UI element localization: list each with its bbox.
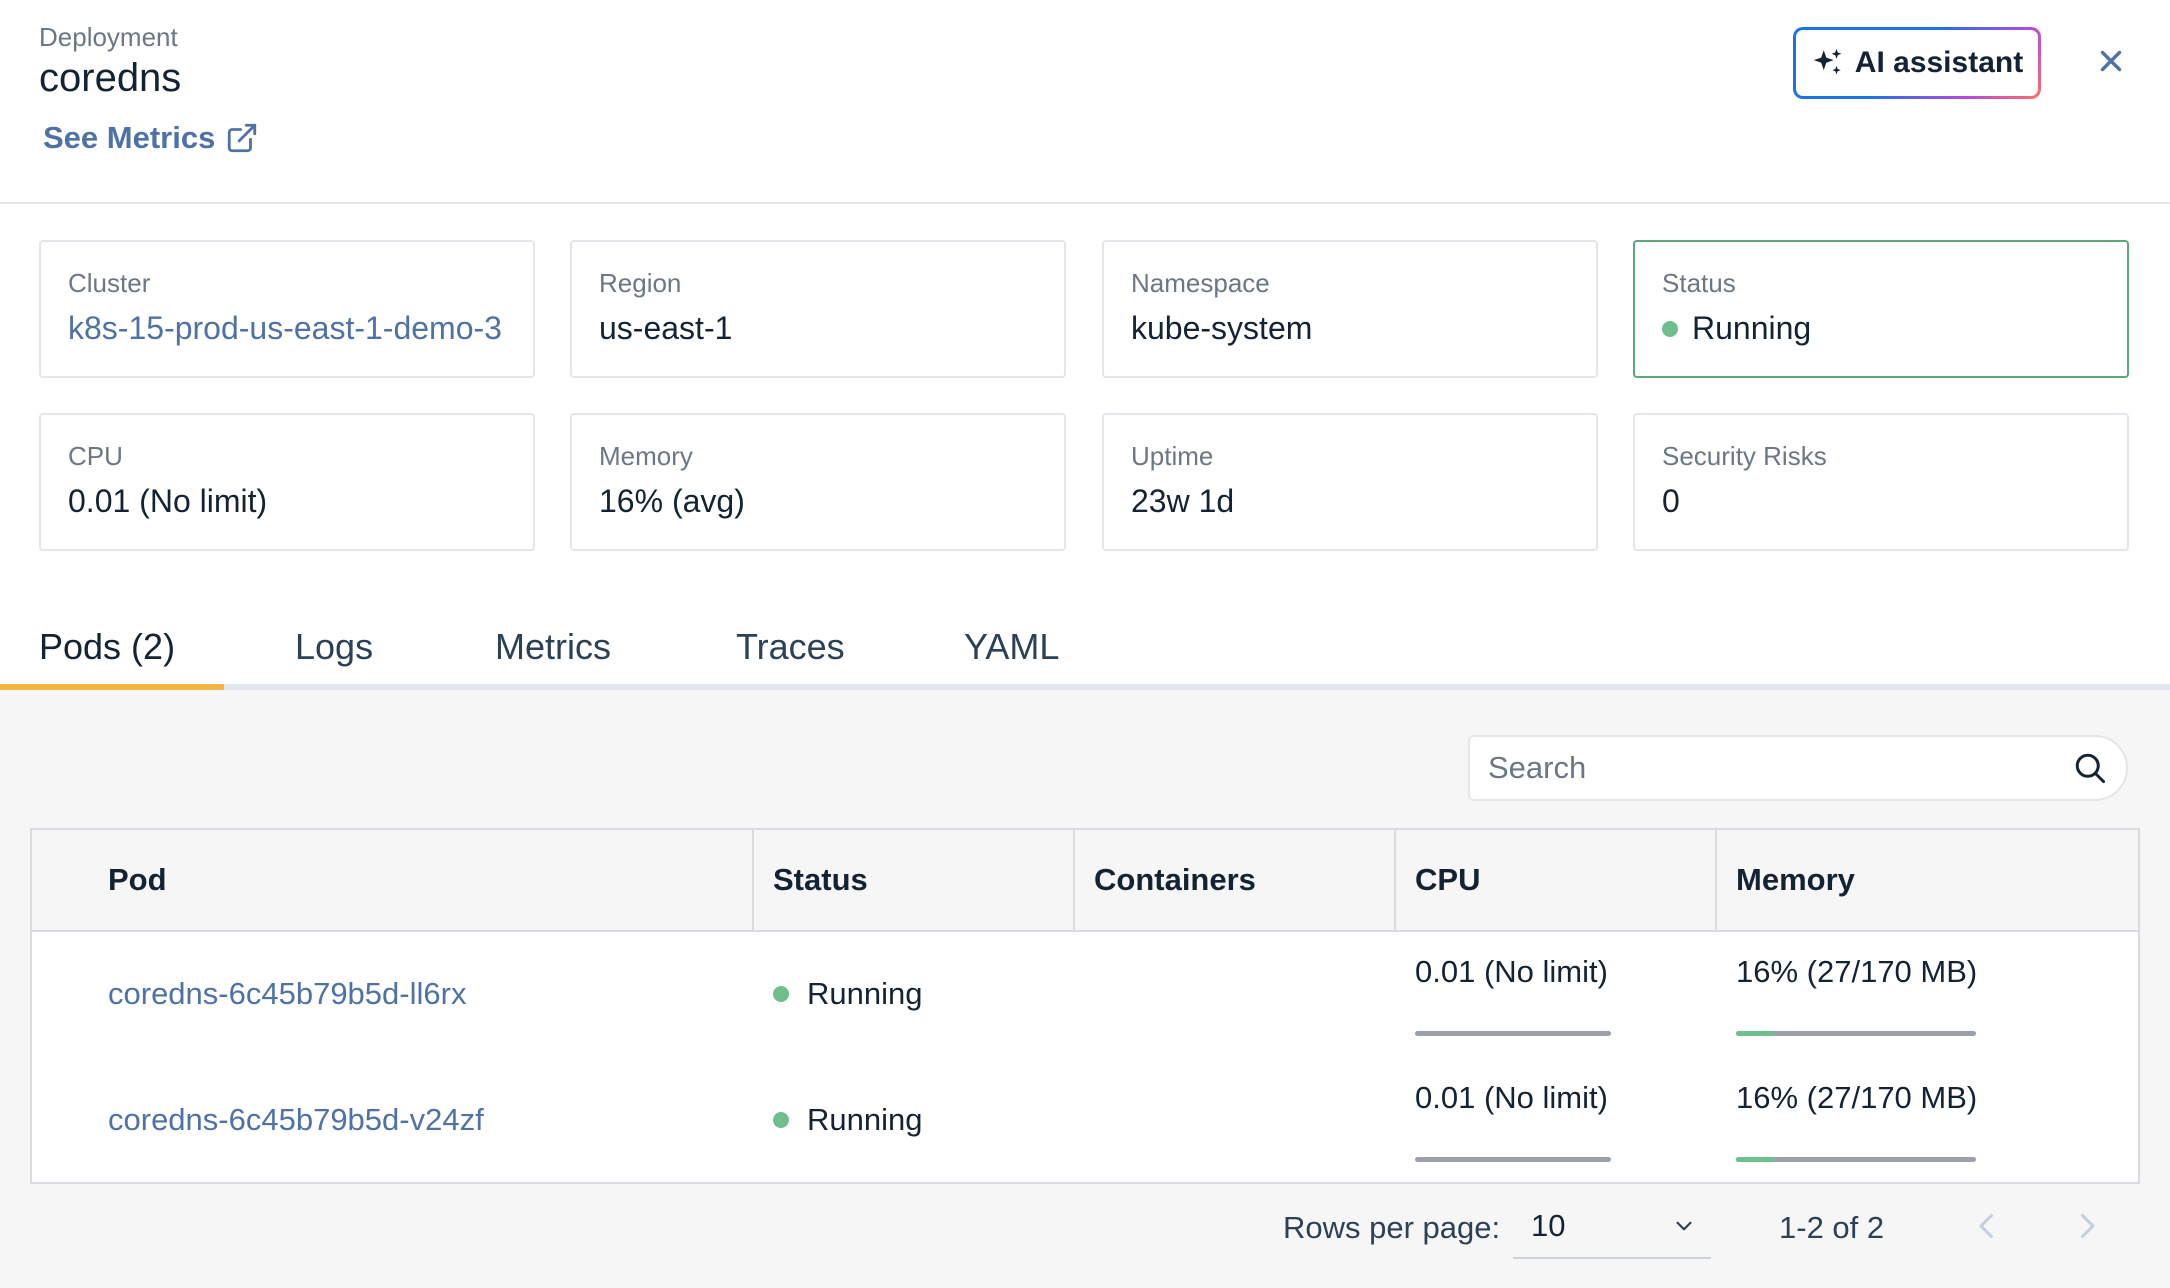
tab-metrics[interactable]: Metrics [495, 626, 611, 668]
pod-name-link[interactable]: coredns-6c45b79b5d-v24zf [108, 1102, 484, 1138]
next-page-icon[interactable] [2069, 1208, 2105, 1244]
pods-table: Pod Status Containers CPU Memory coredns… [30, 828, 2140, 1184]
status-label: Status [1662, 268, 1736, 298]
cluster-label: Cluster [68, 268, 151, 298]
region-card: Region us-east-1 [570, 240, 1066, 378]
pod-cpu: 0.01 (No limit) [1415, 954, 1608, 989]
security-risks-card: Security Risks 0 [1633, 413, 2129, 551]
memory-usage-bar [1736, 1031, 1976, 1036]
column-header-memory[interactable]: Memory [1717, 830, 2138, 930]
cluster-link[interactable]: k8s-15-prod-us-east-1-demo-3 [68, 310, 502, 347]
namespace-value: kube-system [1131, 310, 1313, 346]
rows-per-page-label: Rows per page: [1283, 1210, 1501, 1245]
memory-value: 16% (avg) [599, 483, 745, 519]
external-link-icon [228, 123, 257, 153]
status-text: Running [1692, 310, 1812, 346]
region-label: Region [599, 268, 682, 298]
running-dot-icon [773, 1112, 789, 1128]
tab-bar: Pods (2) Logs Metrics Traces YAML [0, 600, 2170, 690]
pod-memory: 16% (27/170 MB) [1736, 1080, 1978, 1115]
uptime-label: Uptime [1131, 441, 1214, 471]
search-icon[interactable] [2072, 750, 2108, 786]
pod-memory: 16% (27/170 MB) [1736, 954, 1978, 989]
status-value: Running [1662, 310, 1811, 347]
drawer-header: Deployment coredns See Metrics AI assist… [0, 0, 2170, 204]
memory-usage-fill [1736, 1031, 1775, 1036]
column-header-pod[interactable]: Pod [32, 830, 754, 930]
pod-status-text: Running [807, 1102, 923, 1137]
tab-yaml[interactable]: YAML [964, 626, 1059, 668]
chevron-down-icon [1676, 1221, 1692, 1231]
namespace-card: Namespace kube-system [1102, 240, 1598, 378]
pagination-range: 1-2 of 2 [1779, 1210, 1885, 1245]
memory-usage-fill [1736, 1157, 1775, 1162]
cpu-value: 0.01 (No limit) [68, 483, 268, 519]
tab-logs[interactable]: Logs [295, 626, 373, 668]
namespace-label: Namespace [1131, 268, 1270, 298]
previous-page-icon[interactable] [1969, 1208, 2005, 1244]
pod-cpu: 0.01 (No limit) [1415, 1080, 1608, 1115]
cpu-usage-bar [1415, 1031, 1611, 1036]
pod-name-link[interactable]: coredns-6c45b79b5d-ll6rx [108, 976, 466, 1012]
security-risks-label: Security Risks [1662, 441, 1827, 471]
cluster-card: Cluster k8s-15-prod-us-east-1-demo-3 [39, 240, 535, 378]
sparkles-icon [1813, 48, 1842, 75]
search-input[interactable] [1488, 750, 2072, 786]
see-metrics-link[interactable]: See Metrics [43, 120, 259, 156]
pod-status-text: Running [807, 976, 923, 1011]
region-value: us-east-1 [599, 310, 733, 346]
status-dot-icon [1662, 320, 1678, 337]
status-card: Status Running [1633, 240, 2129, 378]
security-risks-value: 0 [1662, 483, 1680, 519]
column-header-status[interactable]: Status [754, 830, 1075, 930]
memory-card: Memory 16% (avg) [570, 413, 1066, 551]
resource-kind: Deployment [39, 22, 178, 52]
pod-status: Running [773, 976, 922, 1012]
memory-usage-bar [1736, 1157, 1976, 1162]
cpu-label: CPU [68, 441, 123, 471]
ai-assistant-label: AI assistant [1854, 46, 2024, 79]
table-row: coredns-6c45b79b5d-v24zf Running 0.01 (N… [32, 1058, 2138, 1184]
column-header-containers[interactable]: Containers [1075, 830, 1396, 930]
memory-label: Memory [599, 441, 693, 471]
pods-panel: Pod Status Containers CPU Memory coredns… [0, 690, 2170, 1288]
ai-assistant-button[interactable]: AI assistant [1793, 27, 2041, 99]
column-header-cpu[interactable]: CPU [1396, 830, 1717, 930]
pod-status: Running [773, 1102, 922, 1138]
running-dot-icon [773, 986, 789, 1002]
search-box [1468, 735, 2128, 801]
rows-per-page-select[interactable]: 10 [1513, 1195, 1711, 1259]
table-header: Pod Status Containers CPU Memory [32, 830, 2138, 932]
table-row: coredns-6c45b79b5d-ll6rx Running 0.01 (N… [32, 932, 2138, 1058]
close-icon[interactable] [2094, 44, 2128, 78]
uptime-value: 23w 1d [1131, 483, 1235, 519]
uptime-card: Uptime 23w 1d [1102, 413, 1598, 551]
rows-per-page-value: 10 [1531, 1208, 1566, 1243]
resource-title: coredns [39, 56, 182, 100]
cpu-usage-bar [1415, 1157, 1611, 1162]
tab-traces[interactable]: Traces [736, 626, 845, 668]
see-metrics-label: See Metrics [43, 120, 216, 155]
cpu-card: CPU 0.01 (No limit) [39, 413, 535, 551]
tab-pods[interactable]: Pods (2) [39, 626, 175, 668]
